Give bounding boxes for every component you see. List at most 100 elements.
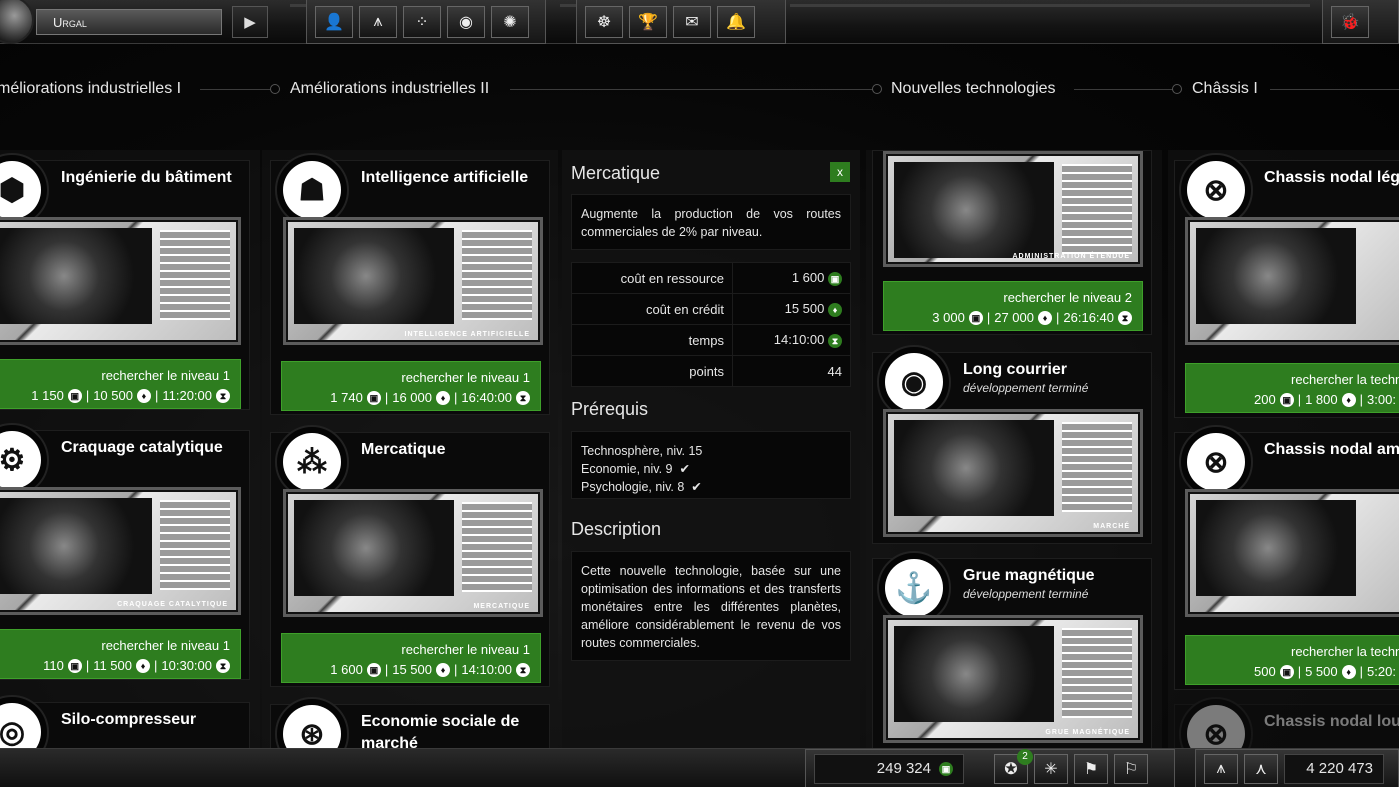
science-icon[interactable]: ◉ <box>447 5 485 38</box>
building-engineering-icon: ⬢ <box>0 153 49 227</box>
research-button[interactable]: rechercher le niveau 2 3 000 ▣ | 27 000 ♦ | 26… <box>883 281 1143 331</box>
app-root: Urgal ▶ 👤 ⩚ ⁘ ◉ ✺ ☸ 🏆 ✉ 🔔 🐞 méliorations… <box>0 0 1399 787</box>
bell-icon[interactable]: 🔔 <box>717 5 755 38</box>
tech-status: développement terminé <box>963 381 1089 395</box>
resource-icon: ▣ <box>1279 392 1294 407</box>
tree-node-label[interactable]: méliorations industrielles I <box>0 80 181 98</box>
credit-icon: ♦ <box>828 303 842 317</box>
tech-card[interactable]: ☗ Intelligence artificielle intelligence… <box>270 153 550 415</box>
research-button[interactable]: rechercher la techn 200 ▣ | 1 800 ♦ | 3:00: <box>1185 363 1399 413</box>
social-button-group: ☸ 🏆 ✉ 🔔 <box>576 0 786 44</box>
resource-icon: ▣ <box>67 388 82 403</box>
credit-icon: ♦ <box>1341 392 1356 407</box>
list-item: Technosphère, niv. 15 <box>581 444 703 458</box>
tech-illustration: marché <box>883 409 1143 537</box>
play-arrow-icon[interactable]: ▶ <box>232 6 268 38</box>
tech-title: Long courrier <box>963 361 1068 378</box>
nav-button-group: 👤 ⩚ ⁘ ◉ ✺ <box>306 0 546 44</box>
tech-card[interactable]: administration étendue rechercher le niv… <box>872 150 1152 335</box>
tech-card[interactable]: ⊗ Chassis nodal lége rechercher la techn… <box>1174 153 1399 418</box>
tree-node-dot <box>270 84 280 94</box>
network-icon[interactable]: ✳ <box>1034 753 1068 784</box>
table-row: coût en ressource 1 600 ▣ <box>571 262 851 294</box>
ships-icon[interactable]: ⋏ <box>1244 753 1278 784</box>
tech-detail-panel: Mercatique x Augmente la production de v… <box>562 150 860 760</box>
catalytic-cracking-icon: ⚙ <box>0 423 49 497</box>
top-bar: Urgal ▶ 👤 ⩚ ⁘ ◉ ✺ ☸ 🏆 ✉ 🔔 🐞 <box>0 0 1399 44</box>
research-button[interactable]: rechercher la techn 500 ▣ | 5 500 ♦ | 5:20: <box>1185 635 1399 685</box>
resource-icon: ▣ <box>1279 664 1294 679</box>
network-icon[interactable]: ✺ <box>491 5 529 38</box>
planet-name[interactable]: Urgal <box>36 9 222 35</box>
description-heading: Description <box>571 519 662 539</box>
tech-illustration: mercatique <box>283 489 543 617</box>
table-row: points 44 <box>571 355 851 387</box>
tech-card[interactable]: ⚓ Grue magnétique développement terminé … <box>872 551 1152 750</box>
bug-icon[interactable]: 🐞 <box>1331 5 1369 38</box>
bug-button-group: 🐞 <box>1322 0 1399 44</box>
credit-icon: ♦ <box>436 662 450 677</box>
tree-node-label[interactable]: Châssis I <box>1192 80 1258 98</box>
banner-double-icon[interactable]: ⚐ <box>1114 753 1148 784</box>
tree-node-label[interactable]: Améliorations industrielles II <box>290 80 489 98</box>
hourglass-icon: ⧗ <box>516 662 530 677</box>
resource-counter: 249 324 ▣ <box>814 753 964 784</box>
hourglass-icon: ⧗ <box>1118 310 1132 325</box>
table-row: coût en crédit 15 500 ♦ <box>571 293 851 325</box>
research-button[interactable]: rechercher le niveau 1 110 ▣ | 11 500 ♦ | 10:3… <box>0 629 241 679</box>
long-haul-icon: ◉ <box>877 345 951 419</box>
notification-badge: 2 <box>1017 748 1033 765</box>
galaxy-icon[interactable]: ⁘ <box>403 5 441 38</box>
planet-avatar[interactable] <box>0 0 34 44</box>
banner-icon[interactable]: ⚑ <box>1074 753 1108 784</box>
magnetic-crane-icon: ⚓ <box>877 551 951 625</box>
person-icon[interactable]: 👤 <box>315 5 353 38</box>
tech-status: développement terminé <box>963 587 1089 601</box>
points-counter: 4 220 473 <box>1284 753 1384 784</box>
tech-title: Chassis nodal lége <box>1264 169 1399 186</box>
resource-icon: ▣ <box>67 658 82 673</box>
detail-title: Mercatique <box>571 163 661 183</box>
tech-title: Intelligence artificielle <box>361 169 529 186</box>
hourglass-icon: ⧗ <box>216 388 230 403</box>
tech-title: Mercatique <box>361 441 446 458</box>
research-icon[interactable]: ✪ 2 <box>994 748 1033 784</box>
credit-icon: ♦ <box>436 390 450 405</box>
tech-title: Ingénierie du bâtiment <box>61 169 232 186</box>
tech-card[interactable]: ⚙ Craquage catalytique craquage catalyti… <box>0 423 250 680</box>
fleet-icon[interactable]: ⩚ <box>359 5 397 38</box>
close-button[interactable]: x <box>830 162 850 182</box>
fleet-icon[interactable]: ⩚ <box>1204 753 1238 784</box>
research-button[interactable]: rechercher le niveau 1 1 740 ▣ | 16 000 ♦ | 16… <box>281 361 541 411</box>
chassis-light-icon: ⊗ <box>1179 153 1253 227</box>
points-bar: ⩚ ⋏ 4 220 473 <box>1195 749 1399 787</box>
research-button[interactable]: rechercher le niveau 1 1 600 ▣ | 15 500 ♦ | 14… <box>281 633 541 683</box>
resource-icon: ▣ <box>968 310 983 325</box>
description-text: Cette nouvelle technologie, basée sur un… <box>571 551 851 661</box>
hourglass-icon: ⧗ <box>828 334 842 348</box>
tech-title: Chassis nodal amé <box>1264 441 1399 458</box>
mercatique-icon: ⁂ <box>275 425 349 499</box>
tech-card[interactable]: ◉ Long courrier développement terminé ma… <box>872 345 1152 544</box>
table-row: temps 14:10:00 ⧗ <box>571 324 851 356</box>
tech-title: Silo-compresseur <box>61 711 197 728</box>
tech-illustration: grue magnétique <box>883 615 1143 743</box>
tech-title: Chassis nodal lourd <box>1264 713 1399 730</box>
tree-node-label[interactable]: Nouvelles technologies <box>891 80 1056 98</box>
research-button[interactable]: rechercher le niveau 1 1 150 ▣ | 10 500 ♦ | 11… <box>0 359 241 409</box>
credit-icon: ♦ <box>136 388 151 403</box>
tech-card[interactable]: ⁂ Mercatique mercatique rechercher le ni… <box>270 425 550 687</box>
check-icon: ✔ <box>691 480 702 494</box>
prereq-list: Technosphère, niv. 15 Economie, niv. 9 ✔… <box>571 431 851 499</box>
tech-card[interactable]: ⊗ Chassis nodal amé rechercher la techn … <box>1174 425 1399 690</box>
tech-card[interactable]: ⬢ Ingénierie du bâtiment rechercher le n… <box>0 153 250 410</box>
mail-icon[interactable]: ✉ <box>673 5 711 38</box>
tech-illustration <box>1185 489 1399 617</box>
tree-node-dot <box>872 84 882 94</box>
resource-bar: 249 324 ▣ ✪ 2 ✳ ⚑ ⚐ <box>805 748 1175 787</box>
trophy-icon[interactable]: 🏆 <box>629 5 667 38</box>
list-item: Economie, niv. 9 ✔ <box>581 462 690 476</box>
alliance-icon[interactable]: ☸ <box>585 5 623 38</box>
tech-title: Grue magnétique <box>963 567 1095 584</box>
tech-illustration: administration étendue <box>883 151 1143 267</box>
